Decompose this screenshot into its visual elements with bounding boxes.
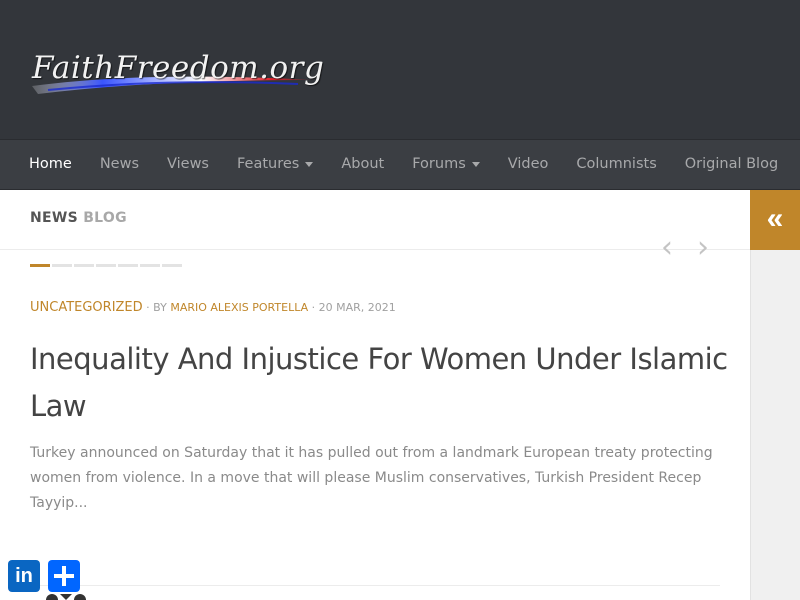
slider-dot-7[interactable] xyxy=(162,264,182,267)
nav-item-columnists[interactable]: Columnists xyxy=(562,140,670,189)
nav-item-views[interactable]: Views xyxy=(153,140,223,189)
partial-share-icon xyxy=(46,594,86,600)
nav-item-label: Video xyxy=(507,156,549,172)
slider-dot-5[interactable] xyxy=(118,264,138,267)
nav-item-label: About xyxy=(341,156,385,172)
nav-item-news[interactable]: News xyxy=(86,140,153,189)
meta-separator: · xyxy=(142,301,154,314)
chevron-right-icon: › xyxy=(697,230,709,265)
slider-dot-2[interactable] xyxy=(52,264,72,267)
slider-next-button[interactable]: › xyxy=(691,232,715,264)
site-logo[interactable]: FaithFreedom.org xyxy=(28,46,324,102)
site-header: FaithFreedom.org xyxy=(0,0,800,139)
chevron-left-icon: ‹ xyxy=(661,230,673,265)
nav-item-features[interactable]: Features xyxy=(223,140,327,189)
post-category-link[interactable]: UNCATEGORIZED xyxy=(30,300,143,315)
sidebar-collapsed-strip xyxy=(750,190,800,600)
share-plus-button[interactable] xyxy=(48,560,80,592)
main-navigation: Home News Views Features About Forums Vi… xyxy=(0,139,800,190)
slider-dot-3[interactable] xyxy=(74,264,94,267)
double-chevron-left-icon: « xyxy=(766,202,784,235)
post-divider xyxy=(30,585,720,586)
post-by-label: BY xyxy=(153,301,167,314)
section-heading: NEWS BLOG xyxy=(30,210,127,226)
nav-item-label: Columnists xyxy=(576,156,657,172)
post-title-link[interactable]: Inequality And Injustice For Women Under… xyxy=(30,336,730,430)
nav-item-label: Original Blog xyxy=(684,156,779,172)
slider-pagination xyxy=(30,264,182,267)
nav-item-about[interactable]: About xyxy=(327,140,398,189)
caret-down-icon xyxy=(471,161,480,167)
linkedin-share-button[interactable]: in xyxy=(8,560,40,592)
post-excerpt: Turkey announced on Saturday that it has… xyxy=(30,445,713,511)
nav-item-home[interactable]: Home xyxy=(15,140,86,189)
linkedin-icon: in xyxy=(15,565,33,587)
nav-item-label: News xyxy=(99,156,140,172)
caret-down-icon xyxy=(305,161,314,167)
nav-item-label: Features xyxy=(236,156,300,172)
nav-item-original-blog[interactable]: Original Blog xyxy=(671,140,792,189)
nav-item-label: Home xyxy=(29,156,72,172)
nav-item-forums[interactable]: Forums xyxy=(398,140,494,189)
post-meta: UNCATEGORIZED · BY MARIO ALEXIS PORTELLA… xyxy=(30,300,396,315)
nav-item-label: Views xyxy=(167,156,209,172)
post-author-link[interactable]: MARIO ALEXIS PORTELLA xyxy=(170,301,308,314)
section-heading-word2: BLOG xyxy=(83,210,127,226)
sidebar-toggle-button[interactable]: « xyxy=(750,190,800,250)
logo-text: FaithFreedom.org xyxy=(32,50,325,86)
slider-prev-button[interactable]: ‹ xyxy=(655,232,679,264)
section-heading-word1: NEWS xyxy=(30,210,79,226)
slider-dot-4[interactable] xyxy=(96,264,116,267)
meta-separator: · xyxy=(308,301,319,314)
nav-item-video[interactable]: Video xyxy=(494,140,563,189)
slider-dot-1[interactable] xyxy=(30,264,50,267)
nav-item-label: Forums xyxy=(412,156,466,172)
slider-dot-6[interactable] xyxy=(140,264,160,267)
post-date: 20 MAR, 2021 xyxy=(318,301,396,314)
section-divider xyxy=(0,249,750,250)
